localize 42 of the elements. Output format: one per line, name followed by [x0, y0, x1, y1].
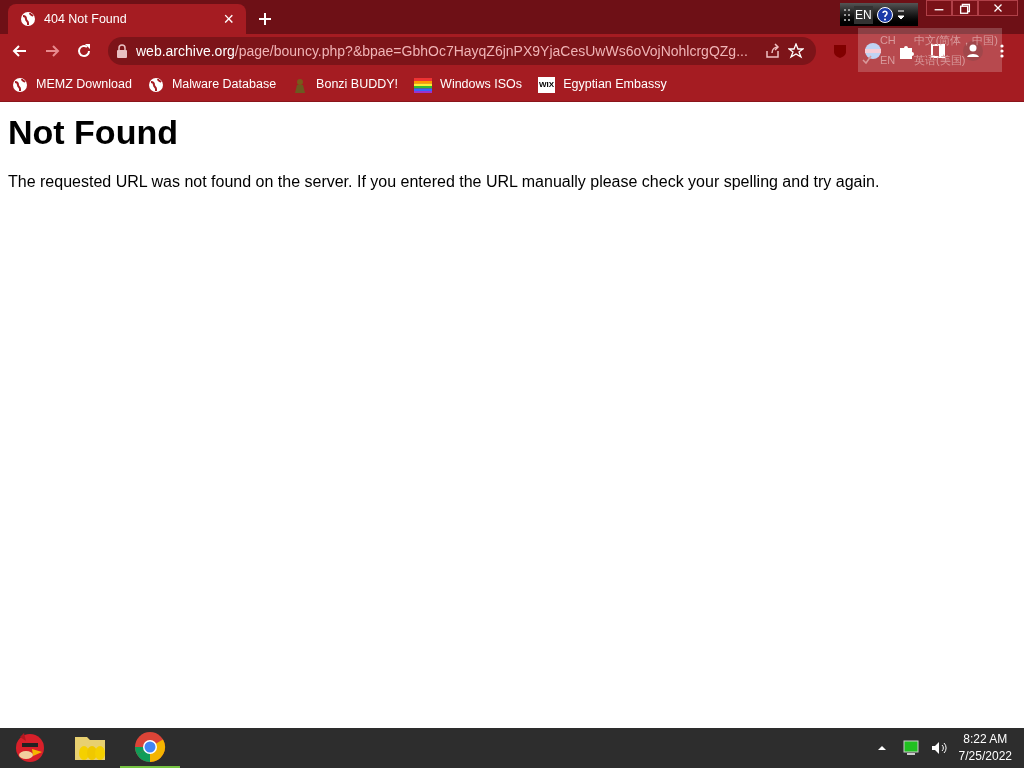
new-tab-icon[interactable] — [258, 12, 272, 26]
language-code: CH — [879, 32, 897, 48]
puzzle-icon[interactable] — [898, 43, 914, 59]
options-icon[interactable] — [896, 7, 905, 22]
tab-title: 404 Not Found — [44, 10, 128, 28]
extension-icon[interactable] — [864, 42, 882, 60]
wix-badge: WIX — [538, 76, 556, 93]
back-icon[interactable] — [12, 43, 28, 59]
checkmark-icon — [862, 55, 872, 65]
bookmark[interactable]: MEMZ Download — [12, 75, 132, 94]
speaker-icon[interactable] — [930, 740, 947, 756]
share-icon[interactable] — [764, 43, 780, 59]
restore-icon[interactable] — [952, 0, 978, 16]
help-icon[interactable] — [876, 6, 893, 23]
page-heading: Not Found — [8, 112, 179, 153]
bookmark[interactable]: Bonzi BUDDY! — [292, 75, 399, 94]
chevron-up-icon[interactable] — [876, 744, 887, 752]
close-icon[interactable] — [978, 0, 1018, 16]
language-code: EN — [880, 52, 897, 68]
address-bar[interactable]: web.archive.org/page/bouncy.php?&bpae=GbhOc7HayqZ6jnPX9YjaCesUwWs6oVojNohlcrgQZg... — [108, 37, 816, 65]
bookmark[interactable]: WIX Egyptian Embassy — [538, 75, 667, 94]
reload-icon[interactable] — [76, 43, 92, 59]
close-button[interactable]: × — [223, 10, 234, 28]
star-icon[interactable] — [788, 43, 804, 59]
bookmark[interactable]: Windows ISOs — [414, 75, 523, 94]
error-message: The requested URL was not found on the server. If you entered the URL manually please check your spelling and try again. — [8, 172, 881, 192]
lock-icon — [116, 44, 128, 58]
globe-icon — [147, 76, 164, 93]
network-icon[interactable] — [902, 740, 919, 756]
rainbow-flag-icon — [414, 76, 433, 93]
url-text: web.archive.org/page/bouncy.php?&bpae=GbhOc7HayqZ6jnPX9YjaCesUwWs6oVojNohlcrgQZg... — [136, 41, 749, 61]
grip-icon — [844, 6, 850, 23]
menu-icon[interactable] — [1000, 43, 1004, 59]
browser-icon — [132, 729, 168, 765]
globe-icon — [12, 76, 28, 93]
globe-icon — [20, 11, 36, 27]
language-name: 中文(简体，中国) — [913, 32, 998, 48]
clock[interactable]: 8:22 AM 7/25/2022 — [958, 731, 1012, 765]
bookmark[interactable]: Malware Database — [147, 75, 277, 94]
language-bar[interactable]: EN — [840, 3, 918, 26]
language-name: 英语(美国) — [914, 52, 966, 68]
browser-tab[interactable]: 404 Not Found × — [8, 4, 246, 34]
